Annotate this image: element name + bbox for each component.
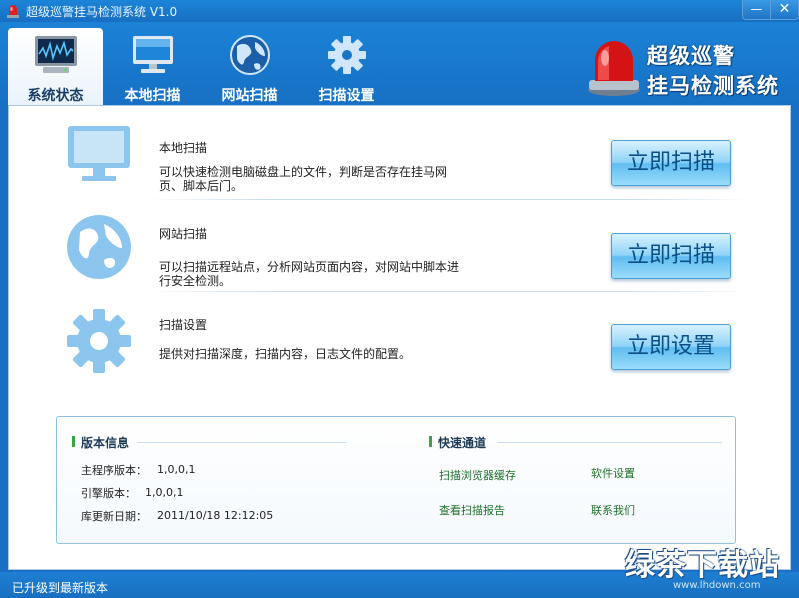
feature-website-scan: 网站扫描 可以扫描远程站点，分析网站页面内容，对网站中脚本进 行安全检测。 立即… <box>9 200 790 292</box>
feature-description-line: 提供对扫描深度，扫描内容，日志文件的配置。 <box>159 347 412 361</box>
brand-title-line1: 超级巡警 <box>647 44 735 68</box>
divider <box>497 442 722 443</box>
feature-description: 可以扫描远程站点，分析网站页面内容，对网站中脚本进 行安全检测。 <box>159 260 479 288</box>
feature-title: 本地扫描 <box>159 141 208 155</box>
engine-version-label: 引擎版本： <box>81 487 136 500</box>
monitor-icon <box>68 126 130 181</box>
status-text: 已升级到最新版本 <box>12 581 109 595</box>
close-button[interactable]: ✕ <box>770 0 799 20</box>
feature-description-line: 可以扫描远程站点，分析网站页面内容，对网站中脚本进 <box>159 260 460 274</box>
feature-description: 提供对扫描深度，扫描内容，日志文件的配置。 <box>159 347 479 361</box>
siren-icon <box>7 5 19 18</box>
main-panel: 本地扫描 可以快速检测电脑磁盘上的文件，判断是否存在挂马网 页、脚本后门。 立即… <box>8 105 791 570</box>
engine-version-value: 1,0,0,1 <box>145 486 184 499</box>
feature-description-line: 行安全检测。 <box>159 274 232 288</box>
brand-title-line2: 挂马检测系统 <box>647 74 779 98</box>
website-scan-now-button[interactable]: 立即扫描 <box>611 233 731 279</box>
divider <box>137 442 347 443</box>
window-title: 超级巡警挂马检测系统 V1.0 <box>26 5 178 19</box>
link-software-settings[interactable]: 软件设置 <box>591 465 635 481</box>
siren-icon <box>588 41 640 96</box>
globe-icon <box>67 215 131 279</box>
title-bar: 超级巡警挂马检测系统 V1.0 — ✕ <box>0 0 799 22</box>
feature-description-line: 页、脚本后门。 <box>159 179 244 193</box>
gear-icon <box>67 309 131 373</box>
watermark: 绿茶下载站 www.lhdown.com <box>625 540 795 598</box>
feature-title: 扫描设置 <box>159 318 208 332</box>
link-scan-browser-cache[interactable]: 扫描浏览器缓存 <box>439 467 516 483</box>
feature-title: 网站扫描 <box>159 227 208 241</box>
version-info-title: 版本信息 <box>71 436 130 450</box>
monitor-chart-icon <box>35 36 77 73</box>
tab-local-scan[interactable]: 本地扫描 <box>105 28 200 105</box>
info-panel: 版本信息 主程序版本： 1,0,0,1 引擎版本： 1,0,0,1 库更新日期：… <box>56 416 736 544</box>
brand-logo: 超级巡警 挂马检测系统 <box>585 36 795 110</box>
quick-links-title: 快速通道 <box>428 436 487 450</box>
tab-scan-settings[interactable]: 扫描设置 <box>299 28 394 105</box>
tab-website-scan[interactable]: 网站扫描 <box>202 28 297 105</box>
db-update-date-label: 库更新日期： <box>81 510 147 523</box>
watermark-text: 绿茶下载站 <box>625 548 780 583</box>
feature-local-scan: 本地扫描 可以快速检测电脑磁盘上的文件，判断是否存在挂马网 页、脚本后门。 立即… <box>9 108 790 200</box>
feature-description-line: 可以快速检测电脑磁盘上的文件，判断是否存在挂马网 <box>159 165 448 179</box>
close-icon: ✕ <box>778 1 791 17</box>
gear-icon <box>328 36 366 74</box>
scan-settings-now-button[interactable]: 立即设置 <box>611 324 731 370</box>
globe-icon <box>230 35 270 75</box>
watermark-url: www.lhdown.com <box>673 580 761 591</box>
db-update-date-value: 2011/10/18 12:12:05 <box>157 509 274 522</box>
link-contact-us[interactable]: 联系我们 <box>591 502 635 518</box>
header-bar: 系统状态 本地扫描 网站扫描 扫描设置 超级巡警 挂马检测系统 <box>0 22 799 105</box>
feature-description: 可以快速检测电脑磁盘上的文件，判断是否存在挂马网 页、脚本后门。 <box>159 165 479 193</box>
main-program-version-label: 主程序版本： <box>81 464 147 477</box>
tab-label: 本地扫描 <box>124 88 181 104</box>
computer-icon <box>133 36 173 73</box>
main-program-version-value: 1,0,0,1 <box>157 463 196 476</box>
feature-scan-settings: 扫描设置 提供对扫描深度，扫描内容，日志文件的配置。 立即设置 <box>9 292 790 384</box>
tab-label: 网站扫描 <box>221 88 278 104</box>
local-scan-now-button[interactable]: 立即扫描 <box>611 140 731 186</box>
tab-label: 系统状态 <box>27 88 84 104</box>
minimize-button[interactable]: — <box>742 0 771 20</box>
tab-label: 扫描设置 <box>318 88 375 104</box>
tab-system-status[interactable]: 系统状态 <box>8 28 103 105</box>
link-view-scan-report[interactable]: 查看扫描报告 <box>439 502 505 518</box>
minimize-icon: — <box>750 2 763 16</box>
